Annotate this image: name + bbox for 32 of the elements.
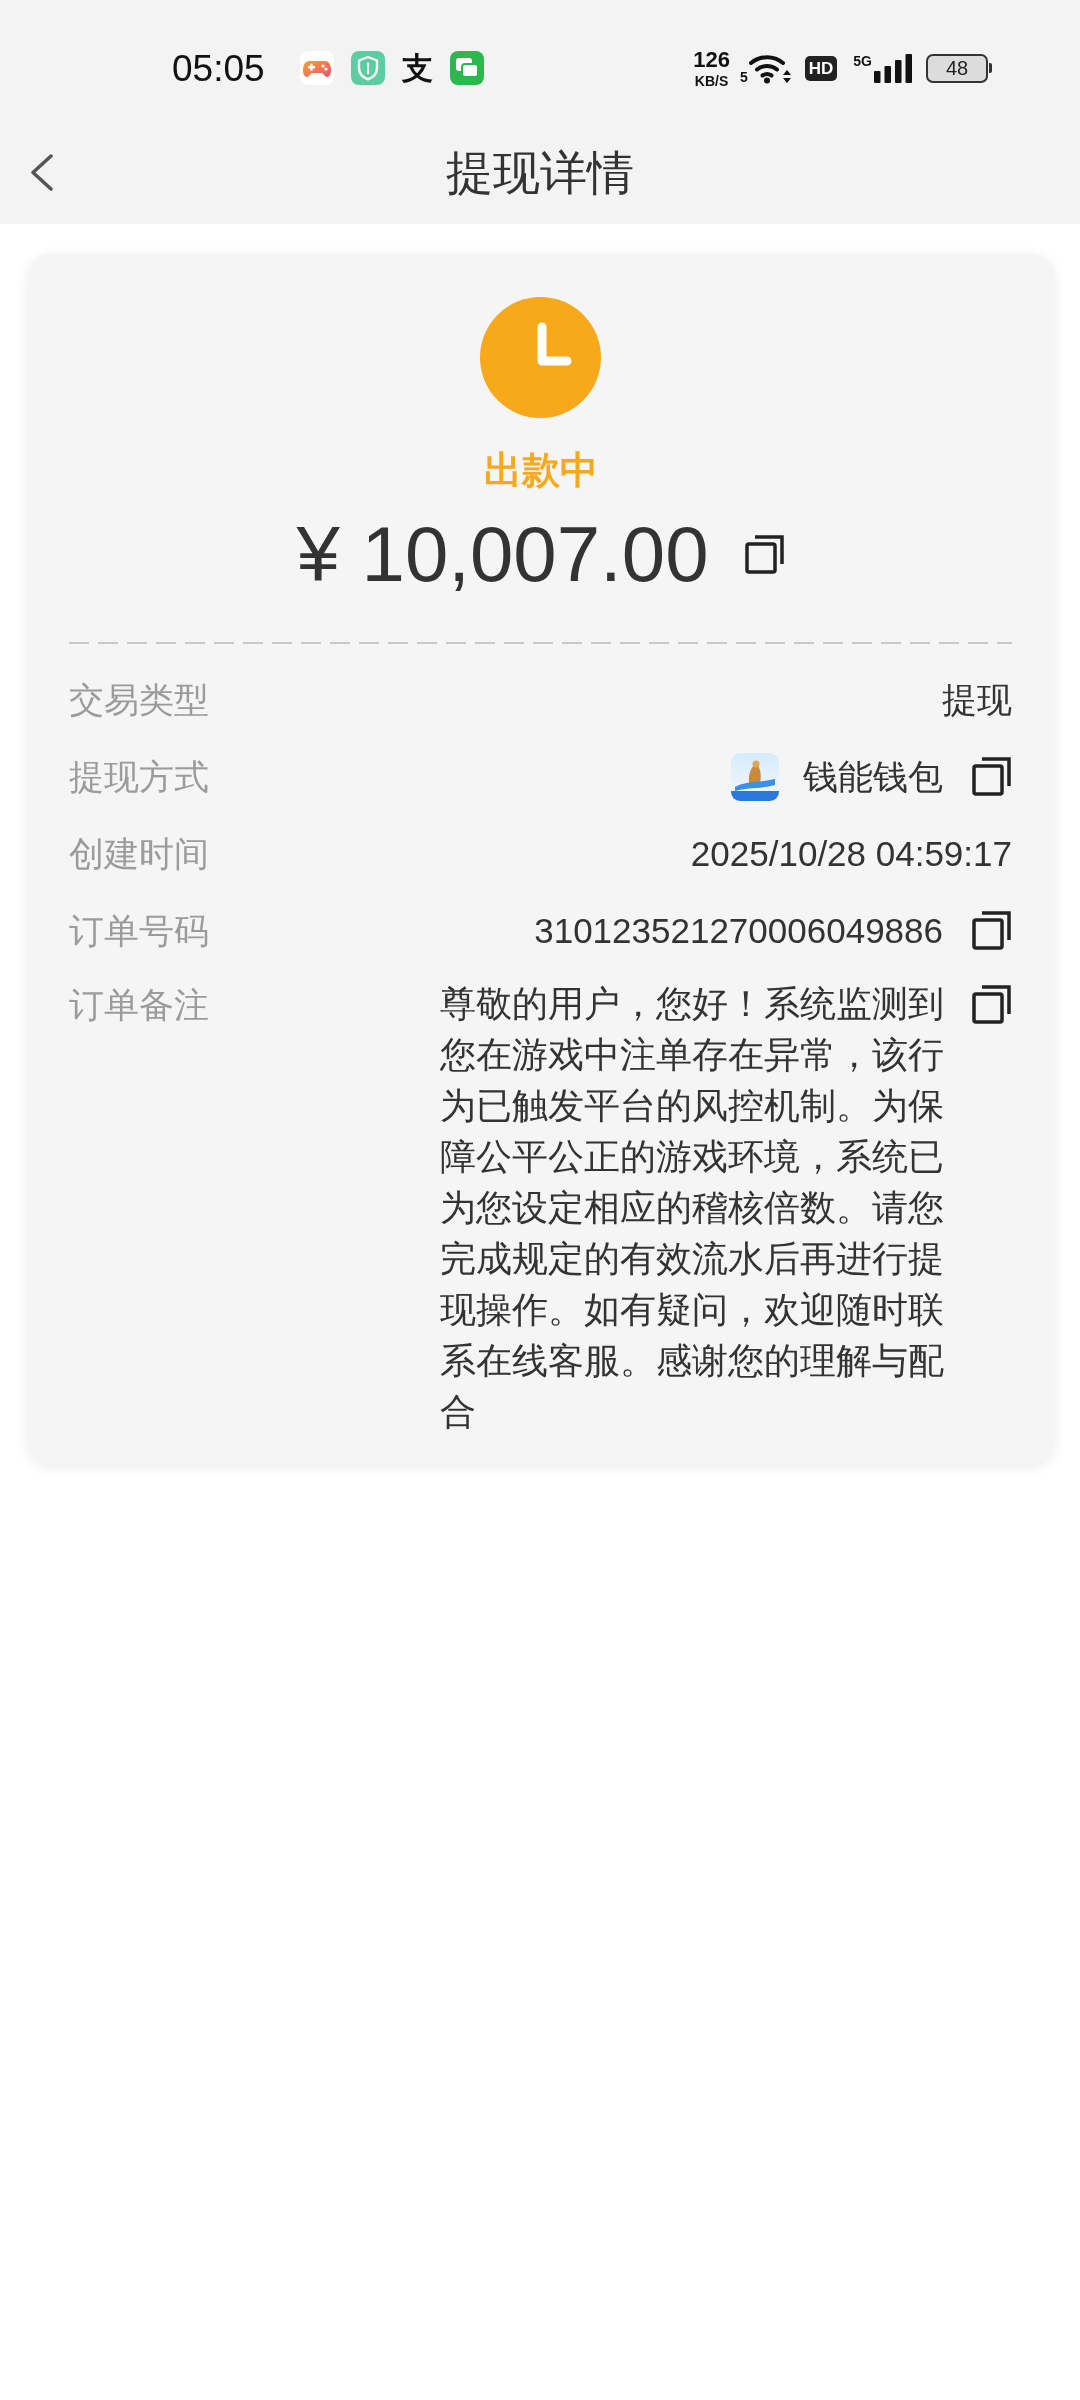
copy-icon[interactable] [743,533,785,575]
page-title: 提现详情 [446,148,634,196]
network-speed-value: 126 [693,48,730,71]
copy-icon[interactable] [971,910,1012,951]
network-type-label: 5G [853,53,872,68]
copy-icon[interactable] [971,984,1012,1025]
wifi-standard-label: 5 [739,69,748,84]
detail-label: 提现方式 [69,756,209,798]
detail-value: 2025/10/28 04:59:17 [690,833,1012,875]
detail-label: 订单备注 [69,984,209,1026]
clock-time: 05:05 [172,49,265,87]
detail-label: 交易类型 [69,679,209,721]
hd-badge: HD [804,55,838,81]
amount-text: ¥ 10,007.00 [296,509,709,599]
detail-value: 钱能钱包 [803,756,943,798]
shield-icon [350,51,385,85]
detail-value: 提现 [942,679,1012,721]
game-controller-icon [299,51,334,85]
network-speed-unit: KB/S [694,73,729,88]
copy-icon[interactable] [971,756,1012,797]
signal-icon [874,53,912,83]
wifi-icon [748,52,791,84]
battery-indicator: 48 [926,53,992,83]
detail-label: 订单号码 [69,910,209,952]
chat-bubbles-icon [449,51,484,85]
detail-label: 创建时间 [69,833,209,875]
app-glyph-icon: 支 [401,51,433,85]
status-label: 出款中 [483,447,598,494]
detail-value: 310123521270006049886 [534,910,943,952]
back-icon[interactable] [30,153,54,191]
order-note-text: 尊敬的用户，您好！系统监测到您在游戏中注单存在异常，该行为已触发平台的风控机制。为保障公平公正的游戏环境，系统已为您设定相应的稽核倍数。请您完成规定的有效流水后再进行提现操作。如有疑问，欢迎随时联系在线客服。感谢您的理解与配合 [440,983,945,1434]
app-logo-icon [731,752,779,801]
